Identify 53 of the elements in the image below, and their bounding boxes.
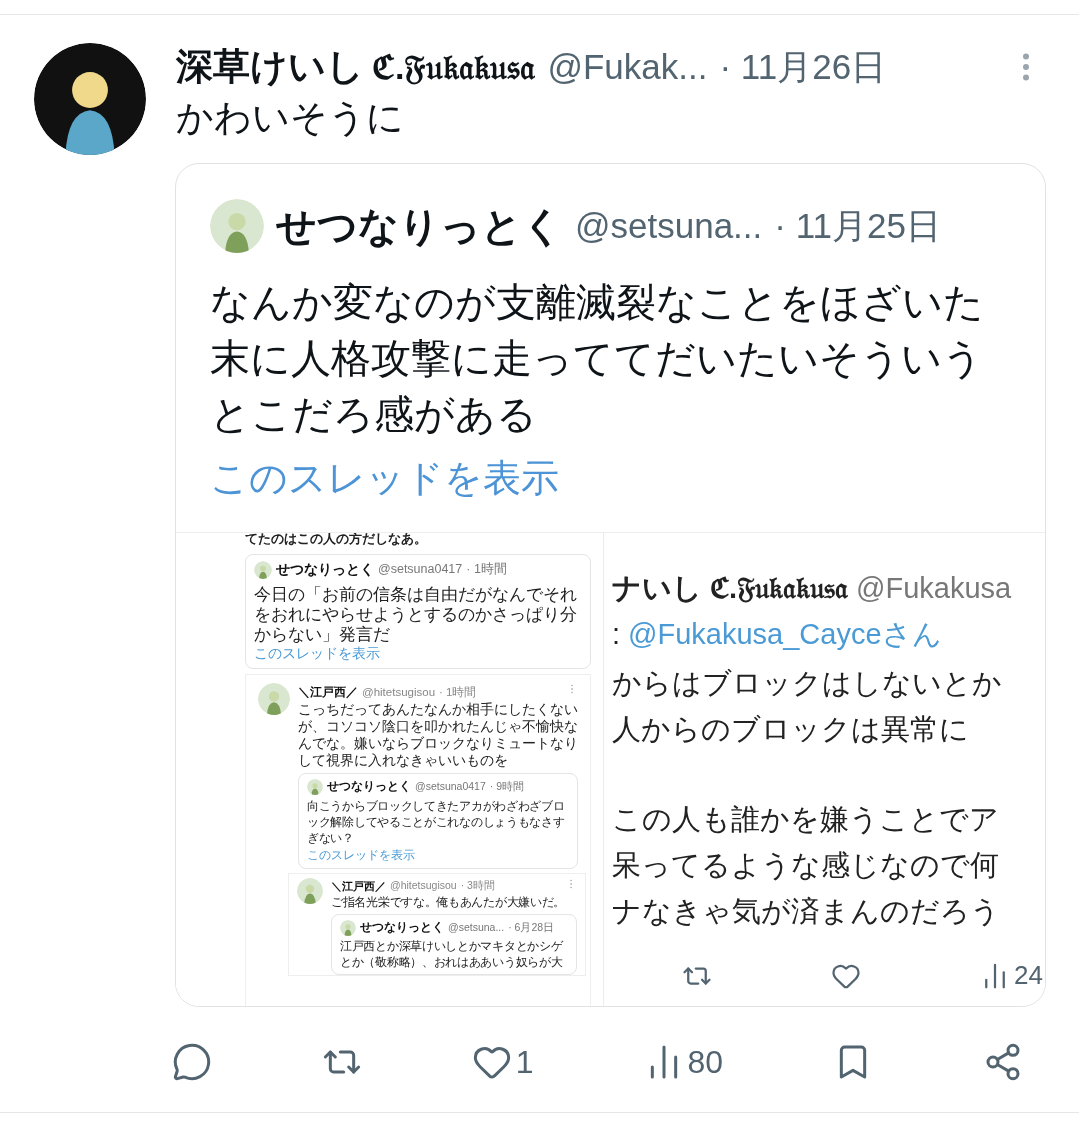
- user-name: せつなりっとく: [276, 203, 563, 250]
- post-text-line: からはブロックはしないとか: [612, 666, 1003, 701]
- user-handle: @setsuna0417: [415, 779, 486, 794]
- user-handle: @Fukakusa: [856, 571, 1012, 606]
- user-handle: @Fukak...: [547, 45, 708, 88]
- avatar: [210, 199, 264, 253]
- user-name: せつなりっとく: [360, 920, 444, 936]
- post-text: かわいそうに: [176, 96, 405, 140]
- user-name: ＼江戸西／: [298, 684, 358, 702]
- views-button: 24: [980, 956, 1043, 995]
- avatar: [307, 778, 323, 795]
- post-date: · 1時間: [466, 561, 507, 579]
- avatar: [254, 560, 272, 579]
- like-button[interactable]: 1: [471, 1038, 534, 1086]
- post-date: · 3時間: [460, 877, 495, 893]
- post-date: · 11月25日: [774, 204, 941, 247]
- post-date: · 6月28日: [508, 919, 555, 935]
- views-button[interactable]: 80: [643, 1038, 724, 1086]
- user-name: ナいし: [612, 571, 702, 606]
- user-handle: @setsuna...: [575, 204, 763, 247]
- user-name: 深草けいし: [176, 45, 364, 90]
- post-text: 江戸西とか深草けいしとかマキタとかシゲとか（敬称略）、おれはああいう奴らが大: [340, 938, 565, 971]
- post-text: 今日の「お前の信条は自由だがなんでそれをおれにやらせようとするのかさっぱり分からない」発言だ: [254, 584, 578, 644]
- post-date: · 1時間: [439, 684, 477, 700]
- post-text: 向こうからブロックしてきたアカがわざわざブロック解除してやることがこれなのしょうもなさすぎない？: [307, 797, 566, 846]
- post-text: こっちだってあんたなんか相手にしたくないが、コソコソ陰口を叩かれたんじゃ不愉快なんでな。嫌いならブロックなりミュートなりして視界に入れなきゃいいものを: [298, 701, 578, 770]
- thread-link[interactable]: このスレッドを表示: [210, 448, 1015, 508]
- thread-link: このスレッドを表示: [307, 846, 416, 864]
- reply-label: :: [612, 616, 621, 652]
- user-name: ＼江戸西／: [331, 878, 386, 894]
- reply-icon[interactable]: [172, 1042, 212, 1082]
- avatar: [258, 683, 290, 716]
- post-text-line: 人からのブロックは異常に: [612, 712, 970, 747]
- post-date: · 11月26日: [719, 45, 887, 88]
- post-text-line: 呆ってるような感じなので何: [612, 848, 1000, 883]
- user-name: せつなりっとく: [276, 560, 374, 579]
- thread-link: このスレッドを表示: [254, 645, 381, 663]
- user-handle: @setsuna0417: [378, 561, 463, 579]
- post-text: なんか変なのが支離滅裂なことをほざいた末に人格攻撃に走っててだいたいそういうとこだろ感がある: [210, 279, 985, 438]
- user-handle: @hitetsugisou: [390, 877, 457, 893]
- post-text-line: この人も誰かを嫌うことでア: [612, 802, 1000, 837]
- mention-link: @Fukakusa_Cayceさん: [628, 616, 942, 652]
- post-date: · 9時間: [489, 779, 525, 794]
- name-suffix: ℭ.𝔉𝔲𝔨𝔞𝔨𝔲𝔰𝔞: [710, 571, 849, 606]
- user-name: せつなりっとく: [327, 779, 411, 795]
- avatar: [297, 877, 323, 904]
- name-suffix: ℭ.𝔉𝔲𝔨𝔞𝔨𝔲𝔰𝔞: [372, 46, 536, 88]
- avatar: [340, 919, 356, 936]
- quoted-post-card[interactable]: [175, 163, 1046, 1007]
- user-handle: @hitetsugisou: [362, 684, 436, 700]
- post-text-line: ナなきゃ気が済まんのだろう: [612, 894, 1001, 929]
- post-text: ご指名光栄ですな。俺もあんたが大嫌いだ。: [331, 894, 566, 910]
- user-handle: @setsuna...: [448, 919, 505, 935]
